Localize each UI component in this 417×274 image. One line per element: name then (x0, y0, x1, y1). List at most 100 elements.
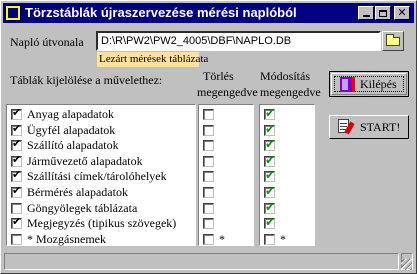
table-select-checkbox[interactable]: ✔ (11, 137, 22, 152)
start-button-label: START! (360, 120, 401, 134)
tables-label: Táblák kijelölése a művelethez: (10, 73, 163, 87)
table-select-checkbox[interactable]: ✔ (11, 216, 22, 230)
checkmark-icon: ✔ (12, 152, 22, 166)
app-icon[interactable] (5, 5, 21, 21)
document-edit-icon (338, 119, 355, 135)
green-check-icon: ✔ (265, 184, 276, 198)
maximize-icon (379, 9, 387, 17)
green-check-icon: ✔ (265, 106, 276, 120)
table-row[interactable]: ✔ Szállítási címek/tárolóhelyek (7, 169, 193, 185)
modify-allowed-row: ✔ (260, 185, 314, 201)
modify-column-header-line2: megengedve (260, 85, 321, 99)
title-bar[interactable]: Törzstáblák újraszervezése mérési naplób… (3, 3, 414, 23)
exit-door-icon (340, 77, 355, 92)
start-button[interactable]: START! (329, 115, 409, 139)
modify-allowed-row: ✔ (260, 169, 314, 185)
table-row[interactable]: * Mozgásnemek (7, 232, 193, 248)
log-path-value: D:\R\PW2\PW2_4005\DBF\NAPLO.DB (101, 35, 292, 47)
modify-allowed-checkbox[interactable]: ✔ (264, 215, 276, 230)
window-title: Törzstáblák újraszervezése mérési naplób… (25, 5, 297, 20)
table-row[interactable]: ✔ Szállító alapadatok (7, 138, 193, 154)
checkmark-icon: ✔ (12, 121, 22, 135)
tooltip: Lezárt mérések táblázata (97, 52, 208, 67)
green-check-icon: ✔ (265, 168, 276, 183)
modify-allowed-checkbox[interactable]: ✔ (264, 137, 276, 152)
table-row[interactable]: ✔ Bérmérés alapadatok (7, 185, 193, 201)
modify-allowed-row: ✔ (260, 138, 314, 154)
delete-allowed-row (199, 201, 253, 217)
modify-allowed-checkbox[interactable]: ✔ (264, 106, 276, 120)
modify-allowed-checkbox[interactable]: ✔ (264, 184, 276, 198)
table-row[interactable]: ✔ Megjegyzés (tipikus szövegek) (7, 216, 193, 232)
resize-grip-icon[interactable] (401, 259, 412, 270)
modify-allowed-checkbox[interactable]: ✔ (264, 199, 276, 214)
modify-allowed-checkbox[interactable]: ✔ (264, 123, 275, 136)
table-select-checkbox[interactable]: ✔ (11, 185, 22, 198)
delete-allowed-checkbox[interactable] (203, 171, 214, 183)
checkmark-icon: ✔ (12, 137, 22, 151)
table-row[interactable]: Göngyölegek táblázata (7, 201, 193, 217)
table-select-checkbox[interactable] (11, 233, 22, 245)
modify-allowed-checkbox[interactable]: ✔ (264, 152, 276, 167)
log-path-label: Napló útvonala (10, 35, 84, 49)
table-name: Ügyfél alapadatok (27, 122, 116, 137)
exit-button[interactable]: Kilépés (329, 71, 409, 97)
modify-allowed-row: ✔ (260, 154, 314, 170)
delete-allowed-checkbox[interactable] (203, 109, 214, 120)
table-row[interactable]: ✔ Ügyfél alapadatok (7, 121, 193, 139)
table-select-checkbox[interactable]: ✔ (11, 121, 22, 136)
table-select-checkbox[interactable]: ✔ (11, 107, 22, 120)
delete-allowed-row (199, 185, 253, 201)
table-row[interactable]: ✔ Járművezető alapadatok (7, 152, 193, 170)
status-panel (4, 253, 399, 270)
status-bar (4, 253, 413, 271)
table-row[interactable]: ✔ Anyag alapadatok (7, 107, 193, 123)
dialog-window: Törzstáblák újraszervezése mérési naplób… (0, 0, 417, 274)
delete-marker: * (219, 231, 225, 246)
delete-allowed-checkbox[interactable] (203, 202, 214, 214)
modify-marker: * (280, 231, 286, 246)
maximize-button[interactable] (375, 6, 391, 20)
table-name: Szállítási címek/tárolóhelyek (27, 169, 167, 184)
browse-button[interactable] (382, 31, 404, 51)
green-check-icon: ✔ (265, 152, 276, 167)
modify-allowed-row: * (260, 232, 314, 248)
modify-allowed-row: ✔ (260, 107, 314, 123)
table-name: * Mozgásnemek (27, 231, 106, 246)
table-name: Járművezető alapadatok (27, 153, 143, 168)
table-select-checkbox[interactable] (11, 202, 22, 214)
delete-allowed-row (199, 154, 253, 170)
log-path-field[interactable]: D:\R\PW2\PW2_4005\DBF\NAPLO.DB (96, 31, 381, 51)
green-check-icon: ✔ (265, 215, 276, 230)
modify-allowed-checkbox[interactable]: ✔ (264, 168, 276, 183)
modify-allowed-column: ✔ ✔ ✔ ✔ ✔ ✔ ✔ ✔ * (259, 104, 315, 246)
table-name: Göngyölegek táblázata (27, 200, 138, 215)
modify-allowed-row: ✔ (260, 216, 314, 232)
delete-allowed-row (199, 216, 253, 232)
delete-allowed-checkbox[interactable] (203, 218, 214, 230)
delete-allowed-checkbox[interactable] (203, 233, 214, 245)
delete-column-header: Törlés (203, 69, 234, 83)
exit-button-label: Kilépés (360, 77, 397, 91)
delete-allowed-checkbox[interactable] (203, 187, 214, 198)
delete-allowed-row (199, 123, 253, 139)
delete-allowed-checkbox[interactable] (203, 155, 214, 167)
modify-allowed-row: ✔ (260, 201, 314, 217)
delete-allowed-checkbox[interactable] (203, 124, 214, 136)
minimize-icon (362, 15, 370, 17)
close-icon: ✕ (397, 6, 407, 19)
modify-allowed-checkbox[interactable] (264, 233, 275, 245)
table-name: Anyag alapadatok (27, 107, 114, 121)
delete-allowed-row (199, 138, 253, 154)
green-check-icon: ✔ (265, 199, 276, 214)
table-name: Megjegyzés (tipikus szövegek) (27, 216, 177, 231)
table-select-checkbox[interactable]: ✔ (11, 169, 22, 183)
tooltip-text: Lezárt mérések táblázata (99, 53, 209, 65)
minimize-button[interactable] (358, 6, 374, 20)
folder-open-icon (386, 34, 400, 46)
delete-allowed-checkbox[interactable] (203, 140, 214, 152)
close-button[interactable]: ✕ (394, 6, 410, 20)
green-check-icon: ✔ (265, 137, 276, 152)
table-select-checkbox[interactable]: ✔ (11, 152, 22, 167)
table-name: Szállító alapadatok (27, 138, 119, 153)
